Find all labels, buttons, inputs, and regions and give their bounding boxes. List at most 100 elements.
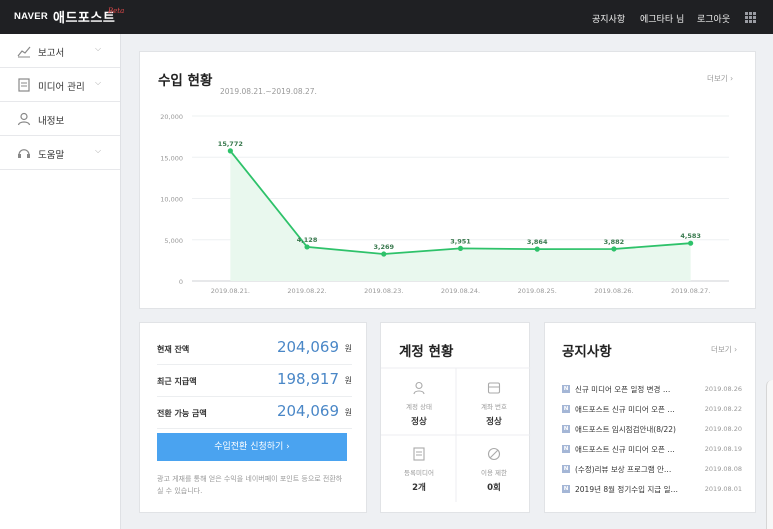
account-bank-cell: 계좌 번호 정상: [456, 371, 532, 435]
balance-row-convertible: 전환 가능 금액 204,069 원: [157, 397, 352, 429]
balance-card: 현재 잔액 204,069 원 최근 지급액 198,917 원 전환 가능 금…: [139, 322, 367, 513]
x-tick-label: 2019.08.27.: [671, 287, 710, 295]
notice-text: 애드포스트 신규 미디어 오픈 …: [575, 405, 675, 414]
sidebar-item-report[interactable]: 보고서 ⌵: [0, 34, 120, 68]
data-point: [381, 251, 387, 257]
balance-value: 204,069: [276, 402, 339, 420]
notice-date: 2019.08.26: [704, 385, 742, 393]
data-label: 15,772: [218, 140, 243, 148]
y-tick-label: 20,000: [160, 113, 183, 121]
notice-item[interactable]: N (수정)리뷰 보상 프로그램 안… 2019.08.08: [562, 462, 742, 476]
account-restriction-cell: 이용 제한 0회: [456, 437, 532, 501]
y-tick-label: 10,000: [160, 196, 183, 204]
account-media-cell: 등록미디어 2개: [381, 437, 457, 501]
notice-text: 애드포스트 신규 미디어 오픈 …: [575, 445, 675, 454]
sidebar-item-myinfo[interactable]: 내정보: [0, 102, 120, 136]
sidebar: 보고서 ⌵ 미디어 관리 ⌵ 내정보 도움말 ⌵: [0, 34, 121, 529]
x-tick-label: 2019.08.25.: [518, 287, 557, 295]
x-tick-label: 2019.08.22.: [287, 287, 326, 295]
notice-item[interactable]: N 신규 미디어 오픈 일정 변경 … 2019.08.26: [562, 382, 742, 396]
data-point: [457, 245, 464, 252]
balance-label: 현재 잔액: [157, 345, 190, 354]
account-label: 이용 제한: [481, 469, 507, 477]
account-value: 정상: [411, 417, 427, 427]
account-value: 정상: [486, 417, 502, 427]
nav-user-link[interactable]: 에그타타 님: [640, 12, 684, 25]
app-grid-icon[interactable]: [745, 12, 756, 23]
card-icon: [487, 382, 501, 394]
balance-row-recent: 최근 지급액 198,917 원: [157, 365, 352, 397]
notice-item[interactable]: N 애드포스트 신규 미디어 오픈 … 2019.08.22: [562, 402, 742, 416]
account-label: 계정 상태: [406, 403, 432, 411]
media-icon: [413, 447, 425, 461]
chevron-down-icon: ⌵: [95, 146, 102, 155]
person-icon: [413, 381, 425, 395]
new-badge-icon: N: [562, 465, 570, 473]
chevron-down-icon: ⌵: [95, 44, 102, 53]
headset-icon: [18, 149, 30, 158]
scrollbar[interactable]: [766, 380, 773, 529]
sidebar-item-label: 보고서: [38, 48, 65, 59]
balance-note: 광고 게재를 통해 얻은 수익을 네이버페이 포인트 등으로 전환하실 수 있습…: [157, 475, 343, 495]
account-status-cell: 계정 상태 정상: [381, 371, 457, 435]
revenue-card: 수입 현황 2019.08.21.~2019.08.27. 더보기 › 0 5,0…: [139, 51, 756, 309]
notice-item[interactable]: N 2019년 8월 정기수입 지급 일… 2019.08.01: [562, 482, 742, 496]
notice-title: 공지사항: [562, 344, 612, 360]
series-area: [230, 150, 691, 281]
trend-icon: [17, 46, 31, 58]
balance-unit: 원: [344, 376, 352, 385]
new-badge-icon: N: [562, 445, 570, 453]
sidebar-item-label: 내정보: [38, 116, 65, 127]
service-title[interactable]: 애드포스트: [53, 7, 115, 26]
nav-logout-link[interactable]: 로그아웃: [697, 12, 730, 25]
data-point: [688, 240, 694, 246]
x-tick-label: 2019.08.23.: [364, 287, 403, 295]
notice-item[interactable]: N 애드포스트 신규 미디어 오픈 … 2019.08.19: [562, 442, 742, 456]
new-badge-icon: N: [562, 485, 570, 493]
sidebar-item-media[interactable]: 미디어 관리 ⌵: [0, 68, 120, 102]
notice-text: (수정)리뷰 보상 프로그램 안…: [575, 465, 672, 474]
account-value: 0회: [487, 483, 501, 493]
user-icon: [17, 112, 31, 126]
data-label: 3,269: [374, 243, 395, 251]
data-point: [304, 244, 310, 250]
revenue-chart: 0 5,000 10,000 15,000 20,000 15,772 2019.08.21…: [160, 113, 729, 295]
notice-item[interactable]: N 애드포스트 임시점검안내(8/22) 2019.08.20: [562, 422, 742, 436]
data-label: 3,864: [527, 238, 548, 246]
sidebar-item-label: 미디어 관리: [38, 82, 85, 93]
y-tick-label: 5,000: [164, 237, 183, 245]
data-label: 4,128: [297, 236, 318, 244]
block-icon: [487, 447, 501, 461]
new-badge-icon: N: [562, 385, 570, 393]
account-label: 계좌 번호: [481, 403, 507, 411]
data-point: [534, 246, 540, 252]
notice-date: 2019.08.19: [704, 445, 742, 453]
notice-date: 2019.08.08: [704, 465, 742, 473]
sidebar-item-label: 도움말: [38, 150, 65, 161]
chevron-down-icon: ⌵: [95, 78, 102, 87]
balance-label: 전환 가능 금액: [157, 409, 207, 418]
naver-logo[interactable]: NAVER: [14, 11, 48, 22]
account-card: 계정 현황 계정 상태 정상 계좌 번호 정상 등록미디어 2개 이용 제한 0…: [380, 322, 532, 513]
notice-date: 2019.08.01: [704, 485, 742, 493]
account-value: 2개: [412, 483, 426, 493]
notice-more-link[interactable]: 더보기 ›: [711, 344, 737, 355]
data-label: 3,882: [604, 238, 625, 246]
sidebar-item-help[interactable]: 도움말 ⌵: [0, 136, 120, 170]
notice-text: 2019년 8월 정기수입 지급 일…: [575, 485, 678, 494]
x-tick-label: 2019.08.21.: [211, 287, 250, 295]
data-label: 4,583: [680, 232, 701, 240]
notice-date: 2019.08.22: [704, 405, 742, 413]
nav-notice-link[interactable]: 공지사항: [592, 12, 625, 25]
balance-value: 198,917: [276, 370, 339, 388]
top-bar: NAVER 애드포스트 Beta 공지사항 에그타타 님 로그아웃: [0, 0, 773, 34]
convert-request-button[interactable]: 수입전환 신청하기 ›: [157, 433, 347, 461]
notice-text: 신규 미디어 오픈 일정 변경 …: [575, 385, 671, 394]
balance-unit: 원: [344, 344, 352, 353]
notice-text: 애드포스트 임시점검안내(8/22): [575, 425, 676, 434]
notice-card: 공지사항 더보기 › N 신규 미디어 오픈 일정 변경 … 2019.08.2…: [544, 322, 756, 513]
balance-row-current: 현재 잔액 204,069 원: [157, 333, 352, 365]
x-tick-label: 2019.08.24.: [441, 287, 480, 295]
balance-value: 204,069: [276, 338, 339, 356]
y-tick-label: 0: [179, 278, 183, 286]
